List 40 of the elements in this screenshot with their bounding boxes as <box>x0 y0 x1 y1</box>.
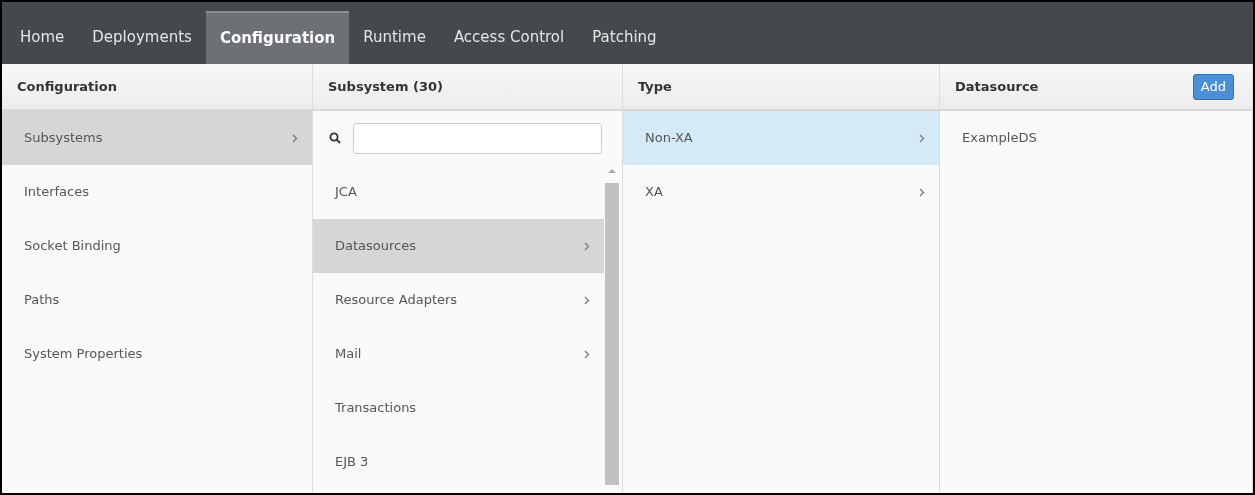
nav-tab[interactable]: Configuration <box>205 11 350 64</box>
item-label: EJB 3 <box>335 453 369 472</box>
nav-tab[interactable]: Patching <box>578 11 671 64</box>
item-label: Resource Adapters <box>335 291 458 310</box>
column-title: Subsystem (30) <box>328 77 443 96</box>
item-label: Transactions <box>335 399 417 418</box>
list-item[interactable]: Subsystems <box>2 111 312 165</box>
list-item[interactable]: JCA <box>313 165 604 219</box>
nav-tab[interactable]: Home <box>6 11 79 64</box>
list-item[interactable]: Non-XA <box>623 111 939 165</box>
list-item[interactable]: Interfaces <box>2 165 312 219</box>
list-item[interactable]: Resource Adapters <box>313 273 604 327</box>
list-item[interactable]: Socket Binding <box>2 219 312 273</box>
item-label: Mail <box>335 345 362 364</box>
item-label: Datasources <box>335 237 416 256</box>
item-label: Subsystems <box>24 129 103 148</box>
item-label: Interfaces <box>24 183 89 202</box>
nav-tab[interactable]: Deployments <box>78 11 206 64</box>
list-item[interactable]: System Properties <box>2 327 312 381</box>
column-title: Type <box>638 77 672 96</box>
item-label: System Properties <box>24 345 143 364</box>
search-icon <box>329 132 341 144</box>
column-title: Configuration <box>17 77 117 96</box>
column-title: Datasource <box>955 77 1039 96</box>
list-item[interactable]: EJB 3 <box>313 435 604 489</box>
list-item[interactable]: Paths <box>2 273 312 327</box>
list-item[interactable]: ExampleDS <box>940 111 1252 165</box>
search-field[interactable] <box>353 122 602 154</box>
item-label: Socket Binding <box>24 237 121 256</box>
item-label: Non-XA <box>645 129 693 148</box>
list-item[interactable]: Datasources <box>313 219 604 273</box>
item-label: ExampleDS <box>962 129 1037 148</box>
item-label: Paths <box>24 291 60 310</box>
item-label: JCA <box>335 183 357 202</box>
list-item[interactable]: Mail <box>313 327 604 381</box>
item-label: XA <box>645 183 663 202</box>
list-item[interactable]: XA <box>623 165 939 219</box>
nav-tab[interactable]: Runtime <box>349 11 440 64</box>
list-item[interactable]: Transactions <box>313 381 604 435</box>
nav-tab[interactable]: Access Control <box>439 11 579 64</box>
